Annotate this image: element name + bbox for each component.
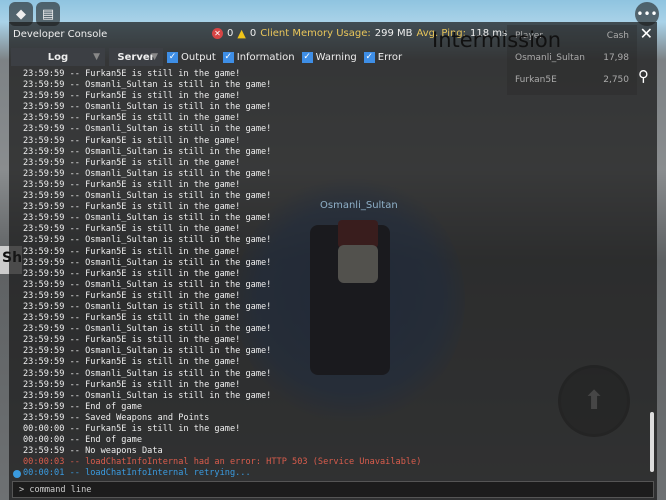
log-line: 23:59:59 -- No weapons Data (23, 446, 163, 457)
log-line: 23:59:59 -- Osmanli_Sultan is still in t… (23, 235, 272, 246)
console-title: Developer Console (13, 28, 108, 40)
log-line: 23:59:59 -- Furkan5E is still in the gam… (23, 357, 241, 368)
log-line: 23:59:59 -- Osmanli_Sultan is still in t… (23, 124, 272, 135)
chevron-down-icon: ▼ (151, 52, 158, 62)
intermission-label: Intermission (432, 28, 562, 52)
log-line: 23:59:59 -- Osmanli_Sultan is still in t… (23, 390, 272, 401)
log-line: 00:00:01 -- loadChatInfoInternal retryin… (13, 468, 421, 479)
player-name: Osmanli_Sultan (515, 53, 585, 63)
log-line: 23:59:59 -- Osmanli_Sultan is still in t… (23, 80, 272, 91)
log-output: 23:59:59 -- Furkan5E is still in the gam… (13, 69, 422, 479)
server-dropdown-label: Server (117, 51, 155, 63)
chevron-down-icon: ▼ (93, 52, 100, 62)
log-line: 23:59:59 -- Furkan5E is still in the gam… (23, 268, 241, 279)
log-line: 23:59:59 -- Furkan5E is still in the gam… (23, 313, 241, 324)
warning-icon: ▲ (237, 27, 246, 40)
log-line: 23:59:59 -- Osmanli_Sultan is still in t… (23, 168, 272, 179)
log-line: 23:59:59 -- Furkan5E is still in the gam… (23, 335, 241, 346)
log-line: 23:59:59 -- Furkan5E is still in the gam… (23, 91, 241, 102)
filter-label: Information (236, 51, 295, 63)
checkbox-icon: ✓ (301, 51, 313, 63)
log-dropdown[interactable]: Log ▼ (11, 48, 105, 66)
log-line: 23:59:59 -- Osmanli_Sultan is still in t… (23, 346, 272, 357)
filter-label: Error (377, 51, 403, 63)
error-icon: ✕ (212, 28, 223, 39)
log-line: 23:59:59 -- Furkan5E is still in the gam… (23, 290, 241, 301)
memory-label: Client Memory Usage: (260, 28, 371, 39)
checkbox-icon: ✓ (222, 51, 234, 63)
command-line-input[interactable]: > command line (12, 481, 654, 498)
error-count: 0 (227, 28, 234, 39)
log-line: 23:59:59 -- Osmanli_Sultan is still in t… (23, 146, 272, 157)
log-dropdown-label: Log (47, 51, 69, 63)
log-line: 00:00:00 -- Furkan5E is still in the gam… (23, 424, 241, 434)
filter-output[interactable]: ✓ Output (167, 51, 216, 63)
leaderboard-row[interactable]: Furkan5E 2,750 (507, 69, 637, 91)
log-line: 23:59:59 -- Osmanli_Sultan is still in t… (23, 324, 272, 335)
player-cash: 17,98 (603, 53, 629, 63)
memory-value: 299 MB (374, 28, 413, 39)
log-line: 23:59:59 -- Furkan5E is still in the gam… (23, 179, 241, 190)
log-line: 00:00:03 -- loadChatInfoInternal had an … (23, 457, 422, 468)
chat-icon: ▤ (41, 6, 55, 22)
close-icon[interactable]: ✕ (640, 24, 653, 43)
log-line: 23:59:59 -- Furkan5E is still in the gam… (23, 157, 241, 168)
leaderboard-header-cash: Cash (606, 31, 629, 41)
log-line: 23:59:59 -- Furkan5E is still in the gam… (23, 246, 241, 257)
info-icon (13, 470, 21, 479)
log-line: 23:59:59 -- End of game (23, 401, 142, 412)
filter-error[interactable]: ✓ Error (363, 51, 403, 63)
checkbox-icon: ✓ (363, 51, 375, 63)
log-line: 23:59:59 -- Furkan5E is still in the gam… (23, 113, 241, 124)
log-line: 23:59:59 -- Furkan5E is still in the gam… (23, 379, 241, 390)
filter-information[interactable]: ✓ Information (222, 51, 295, 63)
ellipsis-icon: ••• (636, 7, 658, 21)
log-line: 00:00:00 -- End of game (23, 435, 142, 446)
log-scrollbar[interactable] (650, 412, 654, 472)
log-line: 23:59:59 -- Furkan5E is still in the gam… (23, 224, 241, 235)
filter-warning[interactable]: ✓ Warning (301, 51, 357, 63)
player-name: Furkan5E (515, 75, 557, 85)
roblox-logo-icon: ◆ (16, 6, 26, 22)
log-line: 23:59:59 -- Osmanli_Sultan is still in t… (23, 213, 272, 224)
log-line: 23:59:59 -- Osmanli_Sultan is still in t… (23, 301, 272, 312)
log-line: 23:59:59 -- Furkan5E is still in the gam… (23, 135, 241, 146)
filter-label: Warning (315, 51, 357, 63)
log-line: 23:59:59 -- Saved Weapons and Points (23, 412, 210, 423)
log-line: 23:59:59 -- Furkan5E is still in the gam… (23, 69, 241, 79)
warning-count: 0 (249, 28, 257, 39)
server-dropdown[interactable]: Server ▼ (109, 48, 163, 66)
log-line: 23:59:59 -- Osmanli_Sultan is still in t… (23, 279, 272, 290)
log-line: 23:59:59 -- Osmanli_Sultan is still in t… (23, 257, 272, 268)
filter-label: Output (181, 51, 216, 63)
player-nametag: Osmanli_Sultan (320, 200, 398, 211)
log-line: 23:59:59 -- Osmanli_Sultan is still in t… (23, 368, 272, 379)
player-cash: 2,750 (603, 75, 629, 85)
log-line: 23:59:59 -- Osmanli_Sultan is still in t… (23, 102, 272, 113)
checkbox-icon: ✓ (167, 51, 178, 63)
search-icon[interactable]: ⚲ (638, 67, 649, 85)
